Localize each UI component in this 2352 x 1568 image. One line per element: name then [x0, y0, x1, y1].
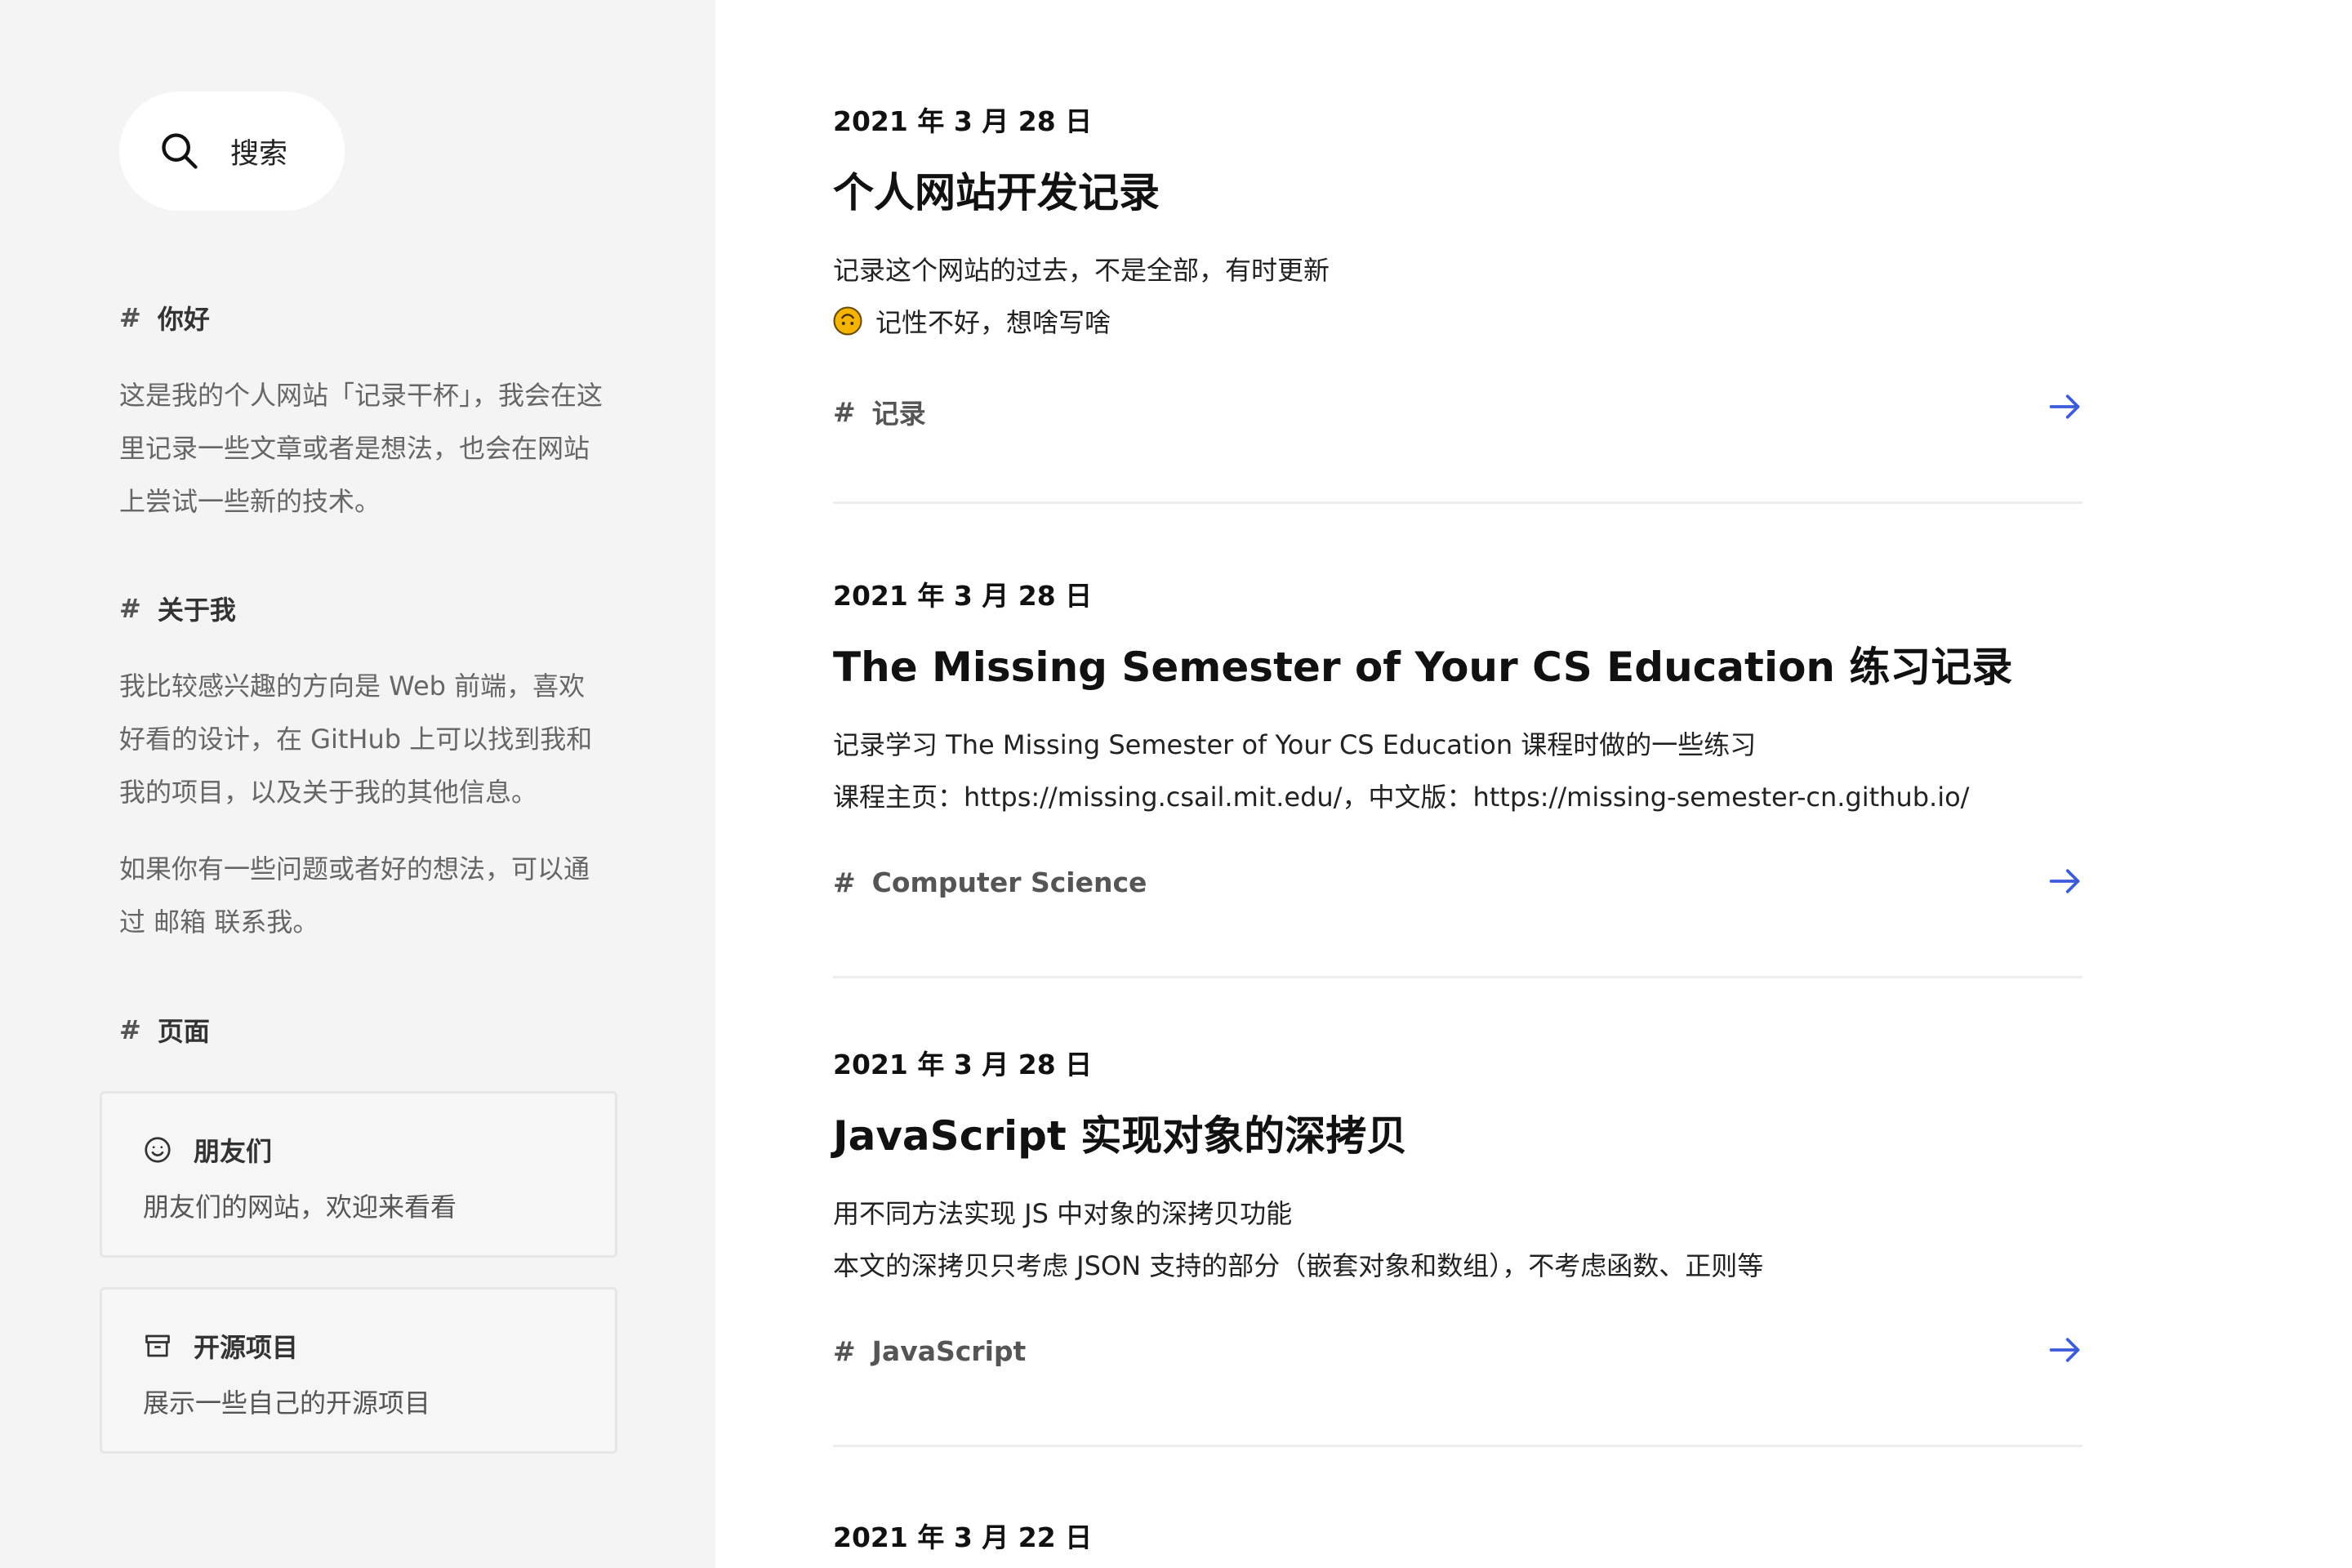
archive-icon [145, 1334, 170, 1357]
post-tag[interactable]: # 记录 [833, 392, 926, 431]
page-card-title: 朋友们 [143, 1131, 615, 1169]
hash-symbol: # [833, 395, 856, 428]
hash-symbol: # [833, 1335, 856, 1367]
page-card-title: 开源项目 [143, 1327, 615, 1365]
post-date: 2021 年 3 月 28 日 [833, 105, 1093, 137]
post-title[interactable]: The Missing Semester of Your CS Educatio… [833, 635, 2012, 693]
post-title[interactable]: 个人网站开发记录 [833, 160, 1160, 219]
arrow-right-icon[interactable] [2047, 1332, 2082, 1368]
post-tag-text: 记录 [871, 398, 926, 430]
search-button[interactable]: 搜索 [119, 91, 345, 211]
post-tag[interactable]: # Computer Science [833, 866, 1147, 898]
post-date: 2021 年 3 月 28 日 [833, 580, 1093, 612]
post-card: 2021 年 3 月 28 日 JavaScript 实现对象的深拷贝 用不同方… [833, 943, 2082, 1447]
upside-down-face-icon [833, 306, 862, 336]
post-summary-line: 记录这个网站的过去，不是全部，有时更新 [833, 255, 1330, 286]
post-summary-line: 课程主页：https://missing.csail.mit.edu/，中文版：… [833, 782, 1970, 813]
section-heading-pages: # 页面 [119, 1011, 210, 1049]
post-date: 2021 年 3 月 28 日 [833, 1049, 1093, 1080]
search-icon [162, 133, 198, 169]
section-heading-about: # 关于我 [119, 590, 236, 627]
hello-paragraph: 这是我的个人网站「记录干杯」，我会在这里记录一些文章或者是想法，也会在网站上尝试… [119, 380, 604, 517]
search-label: 搜索 [230, 137, 288, 171]
post-summary-line: 记录学习 The Missing Semester of Your CS Edu… [833, 729, 1757, 760]
section-heading-hello: # 你好 [119, 299, 210, 336]
section-heading-text: 关于我 [157, 595, 236, 626]
arrow-right-icon[interactable] [2047, 863, 2082, 899]
page-card-desc: 展示一些自己的开源项目 [143, 1388, 431, 1419]
page-card-desc: 朋友们的网站，欢迎来看看 [143, 1192, 457, 1223]
post-date: 2021 年 3 月 22 日 [833, 1521, 1093, 1553]
smiley-icon [145, 1137, 171, 1163]
post-summary-line: 本文的深拷贝只考虑 JSON 支持的部分（嵌套对象和数组），不考虑函数、正则等 [833, 1250, 1764, 1281]
hash-symbol: # [833, 866, 856, 898]
contact-paragraph: 如果你有一些问题或者好的想法，可以通过 邮箱 联系我。 [119, 853, 590, 938]
post-tag[interactable]: # JavaScript [833, 1335, 1026, 1367]
hash-symbol: # [119, 302, 141, 333]
hash-symbol: # [119, 1014, 141, 1045]
post-card: 2021 年 3 月 28 日 个人网站开发记录 记录这个网站的过去，不是全部，… [833, 0, 2082, 504]
post-summary-line: 用不同方法实现 JS 中对象的深拷贝功能 [833, 1198, 1293, 1229]
post-card: 2021 年 3 月 22 日 [833, 1416, 2082, 1568]
page-card-title-text: 开源项目 [194, 1332, 299, 1363]
page-card-friends[interactable]: 朋友们 朋友们的网站，欢迎来看看 [100, 1091, 617, 1258]
post-tag-text: JavaScript [871, 1335, 1027, 1367]
hash-symbol: # [119, 593, 141, 624]
post-title[interactable]: JavaScript 实现对象的深拷贝 [833, 1103, 1407, 1162]
post-tag-text: Computer Science [871, 866, 1147, 898]
section-heading-text: 你好 [157, 304, 210, 335]
post-summary-text: 记性不好，想啥写啥 [875, 307, 1111, 338]
arrow-right-icon[interactable] [2047, 389, 2082, 425]
page-card-title-text: 朋友们 [194, 1136, 273, 1167]
section-heading-text: 页面 [157, 1016, 210, 1047]
sidebar: 搜索 # 你好 这是我的个人网站「记录干杯」，我会在这里记录一些文章或者是想法，… [0, 0, 715, 1568]
post-summary-line: 记性不好，想啥写啥 [833, 302, 1111, 340]
page-card-projects[interactable]: 开源项目 展示一些自己的开源项目 [100, 1287, 617, 1454]
about-paragraph: 我比较感兴趣的方向是 Web 前端，喜欢好看的设计，在 GitHub 上可以找到… [119, 670, 593, 808]
post-card: 2021 年 3 月 28 日 The Missing Semester of … [833, 474, 2082, 978]
